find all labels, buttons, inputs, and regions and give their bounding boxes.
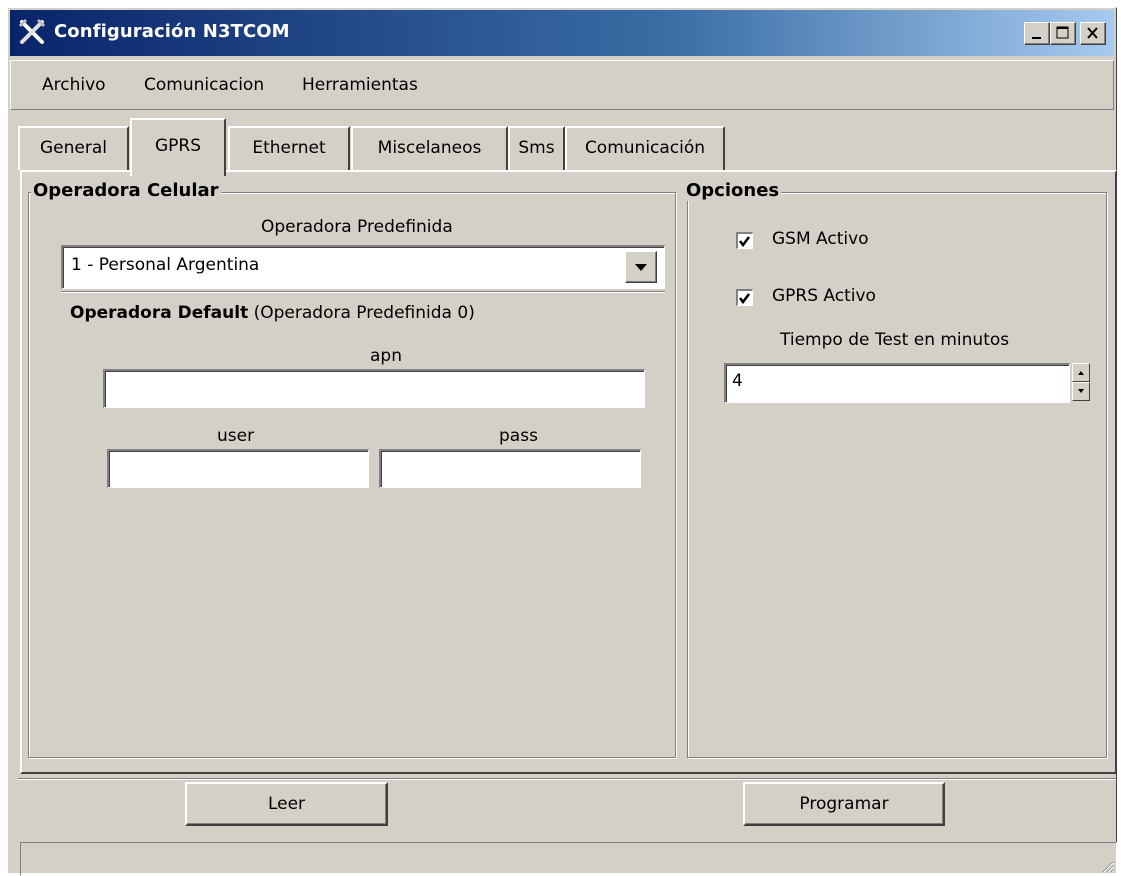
gsm-activo-checkbox[interactable] <box>736 232 753 249</box>
tab-sms[interactable]: Sms <box>508 126 565 170</box>
arrow-down-icon <box>1078 389 1084 393</box>
resize-grip-icon[interactable] <box>1100 859 1114 873</box>
minimize-icon <box>1032 37 1041 39</box>
menu-bar: Archivo Comunicacion Herramientas <box>10 60 1114 110</box>
operadora-default-rest: (Operadora Predefinida 0) <box>253 303 475 323</box>
combo-separator <box>61 291 665 293</box>
footer-separator <box>18 778 1116 780</box>
tab-gprs[interactable]: GPRS <box>130 118 226 176</box>
pass-label: pass <box>499 426 538 446</box>
group-title-opciones: Opciones <box>684 180 782 201</box>
tab-panel-gprs: Operadora Celular Operadora Predefinida … <box>20 170 1117 774</box>
pass-input[interactable] <box>379 449 641 488</box>
leer-button[interactable]: Leer <box>185 782 388 826</box>
gsm-activo-label: GSM Activo <box>772 229 869 249</box>
tiempo-test-input[interactable]: 4 <box>724 363 1070 403</box>
tiempo-test-label: Tiempo de Test en minutos <box>780 330 1010 350</box>
operadora-predefinida-label: Operadora Predefinida <box>261 217 453 237</box>
user-input[interactable] <box>107 449 369 488</box>
chevron-down-icon <box>635 264 647 271</box>
title-bar[interactable]: Configuración N3TCOM <box>10 10 1114 56</box>
tab-miscelaneos[interactable]: Miscelaneos <box>351 126 508 170</box>
menu-archivo[interactable]: Archivo <box>42 75 106 95</box>
user-label: user <box>217 426 255 446</box>
checkmark-icon <box>739 293 750 305</box>
main-window: Configuración N3TCOM Archivo Comunicacio… <box>7 7 1117 876</box>
tools-icon <box>18 18 46 44</box>
programar-button[interactable]: Programar <box>743 782 945 826</box>
operadora-celular-group: Operadora Celular Operadora Predefinida … <box>28 180 676 758</box>
operadora-default-bold: Operadora Default <box>70 303 249 323</box>
checkmark-icon <box>739 236 750 248</box>
operadora-predefinida-combo[interactable]: 1 - Personal Argentina <box>61 245 665 289</box>
tab-ethernet[interactable]: Ethernet <box>228 126 350 170</box>
apn-input[interactable] <box>103 369 645 408</box>
operadora-predefinida-value: 1 - Personal Argentina <box>71 255 260 275</box>
tab-comunicacion[interactable]: Comunicación <box>565 126 725 170</box>
gprs-activo-label: GPRS Activo <box>772 286 876 306</box>
arrow-up-icon <box>1078 371 1084 375</box>
operadora-default-title: Operadora Default (Operadora Predefinida… <box>70 303 475 323</box>
apn-label: apn <box>370 346 402 366</box>
status-bar <box>20 842 1117 876</box>
maximize-icon <box>1056 26 1069 39</box>
maximize-button[interactable] <box>1050 22 1076 45</box>
close-button[interactable] <box>1080 22 1106 45</box>
gprs-activo-checkbox[interactable] <box>736 289 753 306</box>
group-title-operadora: Operadora Celular <box>31 180 221 201</box>
combo-dropdown-button[interactable] <box>625 251 657 283</box>
spin-up-button[interactable] <box>1072 363 1090 382</box>
spin-down-button[interactable] <box>1072 382 1090 401</box>
tab-general[interactable]: General <box>18 126 129 170</box>
menu-comunicacion[interactable]: Comunicacion <box>144 75 264 95</box>
opciones-group: Opciones GSM Activo GPRS Activo Tiempo d… <box>684 180 1107 758</box>
minimize-button[interactable] <box>1024 22 1050 45</box>
window-title: Configuración N3TCOM <box>54 21 290 42</box>
menu-herramientas[interactable]: Herramientas <box>302 75 418 95</box>
close-icon <box>1087 27 1098 39</box>
